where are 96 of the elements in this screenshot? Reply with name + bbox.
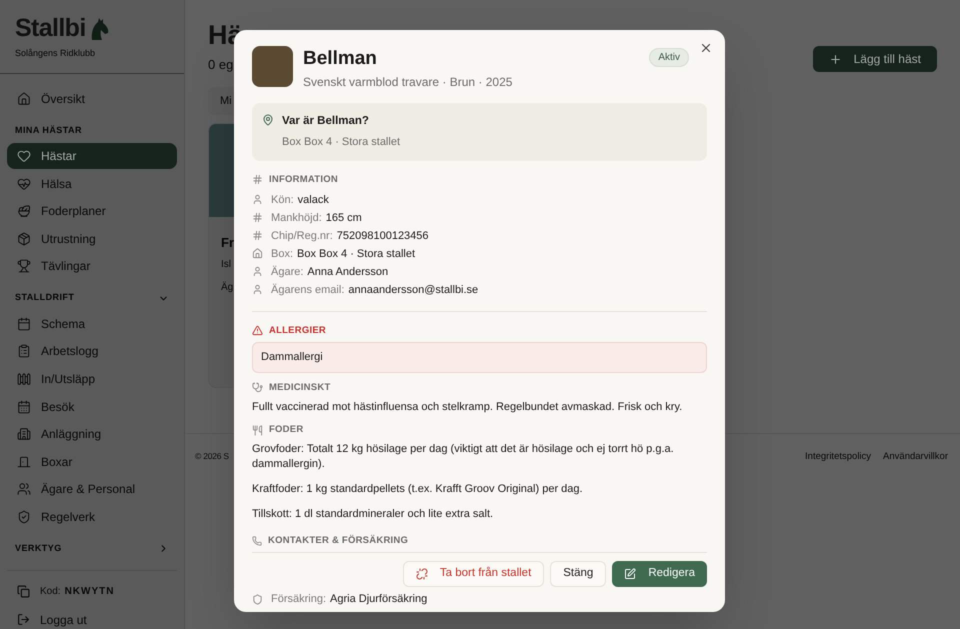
sidebar-item[interactable]: Hälsa [7,170,177,197]
info-value: Anna Andersson [307,264,388,280]
edit-icon [624,568,636,580]
sidebar-item[interactable]: Ägare & Personal [7,476,177,502]
card-breed: Isl [221,258,232,272]
warning-icon [252,325,263,336]
dialog-button[interactable]: Stäng [550,560,606,587]
section-heading: INFORMATION [269,172,338,186]
club-code: NKWYTN [64,585,114,600]
calendar-icon [17,316,31,331]
card-title: Fr [221,234,235,252]
info-value: 165 cm [326,210,362,226]
allergies-box: Dammallergi [252,342,707,372]
info-label: Box: [271,246,294,262]
photo-placeholder [252,46,293,87]
footer-link[interactable]: Användarvillkor [883,450,948,464]
hash-icon [252,212,263,224]
home-icon [17,92,31,106]
user-icon [252,194,263,206]
users-icon [17,482,31,496]
sidebar-item[interactable]: Tävlingar [7,253,177,280]
feed-text: Tillskott: 1 dl standardmineraler och lite extra salt. [252,506,494,522]
sidebar-item[interactable]: Schema [7,310,177,337]
copy-icon[interactable] [17,585,30,598]
heart-icon [17,149,31,163]
logout-icon [17,613,30,626]
dialog-button[interactable]: Ta bort från stallet [402,560,544,587]
logout-link[interactable]: Logga ut [7,606,177,629]
sidebar-item[interactable]: Anläggning [7,421,177,448]
sidebar-item[interactable]: Översikt [7,86,177,112]
info-label: Ägarens email: [271,282,344,298]
shield-icon [252,594,263,605]
plus-icon [828,52,842,66]
brand-logo-text: Stallbi [15,16,86,41]
info-label: Mankhöjd: [271,210,322,226]
card-owner: Äg [221,280,234,294]
sidebar-item[interactable]: Arbetslogg [7,338,177,364]
status-badge: Aktiv [649,48,689,67]
section-heading: VERKTYG [15,542,62,556]
cube-icon [17,232,31,246]
clipboard-icon [17,344,31,358]
sidebar-item[interactable]: Regelverk [7,504,177,530]
info-value: valack [298,192,329,208]
door-icon [17,454,31,469]
section-heading: MEDICINSKT [269,380,330,394]
shield-icon [17,510,31,524]
section-heading: MINA HÄSTAR [15,124,82,136]
fence-icon [17,372,31,386]
sidebar-item[interactable]: Boxar [7,448,177,475]
footer-link[interactable]: Integritetspolicy [805,450,872,464]
trophy-icon [17,259,31,274]
user-icon [252,266,263,278]
info-value: annaandersson@stallbi.se [348,282,478,298]
info-value: Agria Djurförsäkring [330,592,428,607]
info-label: Chip/Reg.nr: [271,228,333,244]
info-label: Försäkring: [271,592,326,607]
phone-icon [252,536,262,546]
horse-meta: Svenskt varmblod travare · Brun · 2025 [303,74,514,91]
map-pin-icon [262,114,274,126]
feed-text: Kraftfoder: 1 kg standardpellets (t.ex. Krafft Groov Original) per dag. [252,482,584,496]
building-icon [17,427,31,442]
close-icon[interactable] [699,41,713,55]
page-subtitle: 0 eg [208,56,234,74]
info-label: Ägare: [271,264,304,280]
section-heading: FODER [269,423,304,438]
copyright-text: © 2026 S [195,450,229,463]
feed-text: Grovfoder: Totalt 12 kg hösilage per dag (viktigt att det är hösilage och ej torrt hö p.g.a. dammallergin). [252,442,675,472]
location-value: Box Box 4 · Stora stallet [282,135,400,150]
section-heading: KONTAKTER & FÖRSÄKRING [268,534,408,548]
utensils-icon [252,424,263,436]
heart-pulse-icon [17,176,31,191]
add-horse-button[interactable]: Lägg till häst [812,46,937,72]
sidebar-item[interactable]: In/Utsläpp [7,366,177,392]
organization-name: Solångens Ridklubb [15,47,96,60]
horse-name: Bellman [303,47,378,71]
sidebar-item[interactable]: Hästar [7,143,177,169]
bowl-icon [17,204,31,218]
home-icon [252,248,263,260]
hash-icon [252,230,263,242]
dialog-button[interactable]: Redigera [612,560,707,587]
info-value: Box Box 4 · Stora stallet [297,246,416,262]
sidebar-item[interactable]: Utrustning [7,226,177,252]
unlink-icon [416,568,428,580]
medical-text: Fullt vaccinerad mot hästinfluensa och stelkramp. Regelbundet avmaskad. Frisk och kry. [252,400,684,415]
info-label: Kön: [271,192,294,208]
location-title: Var är Bellman? [282,114,370,129]
stethoscope-icon [252,382,263,394]
calendar-icon [17,400,31,414]
allergies-heading: ALLERGIER [269,324,326,338]
sidebar-item[interactable]: Foderplaner [7,198,177,224]
user-icon [252,284,263,296]
info-value: 752098100123456 [336,228,429,244]
hash-icon [252,174,263,186]
section-heading: STALLDRIFT [15,291,74,304]
code-label: Kod: [40,585,61,600]
sidebar-item[interactable]: Besök [7,394,177,420]
